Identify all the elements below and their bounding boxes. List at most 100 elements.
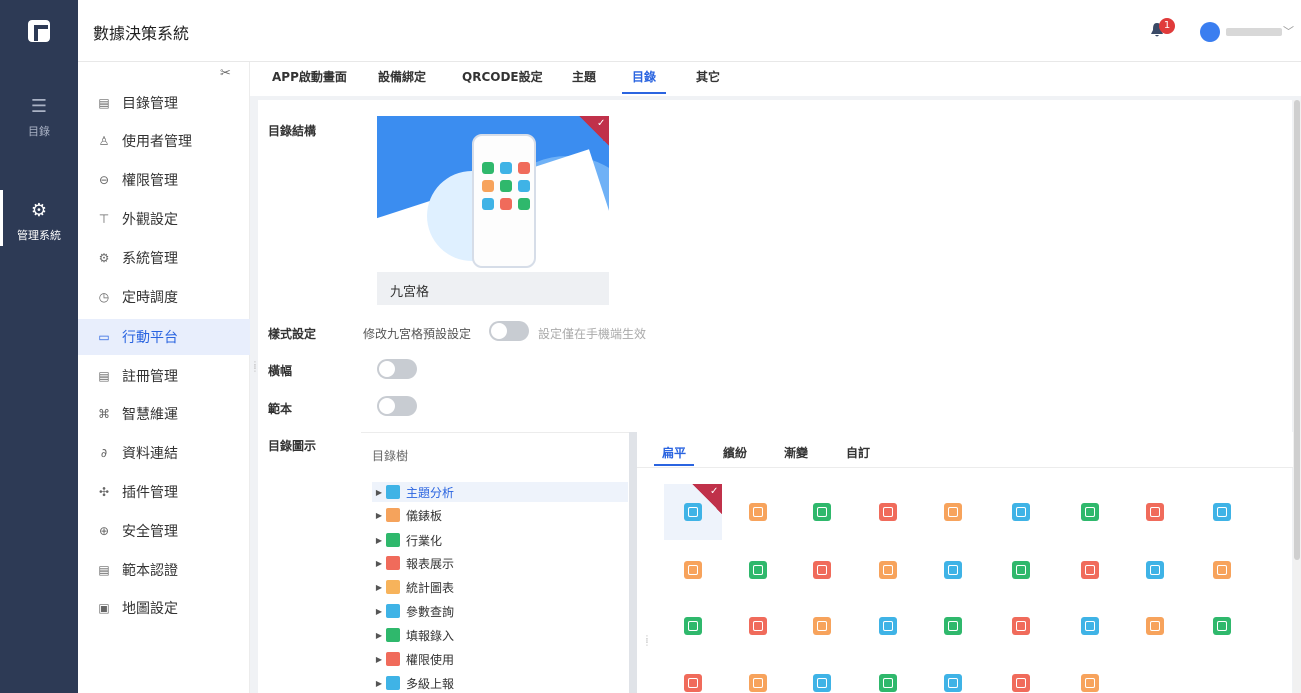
caret-right-icon[interactable]: ▶ [372,536,386,545]
catalog-icon-option[interactable] [1081,674,1099,692]
tree-item[interactable]: ▶ 統計圖表 [372,577,628,597]
catalog-icon-option[interactable] [684,561,702,579]
catalog-icon-option[interactable] [1146,561,1164,579]
caret-right-icon[interactable]: ▶ [372,488,386,497]
caret-right-icon[interactable]: ▶ [372,631,386,640]
catalog-icon-option[interactable] [1213,561,1231,579]
template-toggle[interactable] [377,396,417,416]
style-toggle[interactable] [489,321,529,341]
tab-app-launch[interactable]: APP啟動畫面 [272,68,347,94]
tab-qrcode[interactable]: QRCODE設定 [462,68,543,94]
catalog-icon-option[interactable] [944,503,962,521]
tab-device-binding[interactable]: 設備綁定 [378,68,426,94]
sidebar-item-users[interactable]: ♙ 使用者管理 [78,123,250,159]
catalog-icon-option[interactable] [1081,561,1099,579]
catalog-icon-option[interactable] [684,674,702,692]
sidebar-item-map[interactable]: ▣ 地圖設定 [78,590,250,626]
catalog-icon-option[interactable] [813,503,831,521]
catalog-icon-option[interactable] [1146,617,1164,635]
catalog-icon-option[interactable] [879,561,897,579]
tab-catalog[interactable]: 目錄 [622,68,667,94]
tree-item[interactable]: ▶ 填報錄入 [372,625,628,645]
mobile-icon: ▭ [98,330,110,344]
sidebar-item-permissions[interactable]: ⊖ 權限管理 [78,162,250,198]
catalog-icon-option[interactable] [879,503,897,521]
catalog-icon-option[interactable] [749,617,767,635]
tree-item[interactable]: ▶ 報表展示 [372,553,628,573]
catalog-icon-option[interactable] [944,617,962,635]
caret-right-icon[interactable]: ▶ [372,655,386,664]
caret-right-icon[interactable]: ▶ [372,679,386,688]
sidebar-item-catalog[interactable]: ▤ 目錄管理 [78,85,250,121]
nav-catalog[interactable]: ☰ 目錄 [0,96,78,139]
nav-management[interactable]: ⚙ 管理系統 [0,200,78,243]
catalog-icon-option[interactable] [1012,617,1030,635]
splitter-handle[interactable]: ⋮ ⋮ [251,361,259,373]
catalog-icon-option[interactable] [879,674,897,692]
caret-right-icon[interactable]: ▶ [372,583,386,592]
tree-item[interactable]: ▶ 多級上報 [372,673,628,693]
sidebar-item-data-link[interactable]: ∂ 資料連結 [78,435,250,471]
banner-toggle[interactable] [377,359,417,379]
phone-mockup [472,134,536,268]
tab-other[interactable]: 其它 [696,68,720,94]
catalog-icon-option[interactable] [813,561,831,579]
sidebar-item-plugins[interactable]: ✣ 插件管理 [78,474,250,510]
catalog-icon-option[interactable] [749,561,767,579]
tree-item[interactable]: ▶ 權限使用 [372,649,628,669]
user-name[interactable] [1226,28,1282,36]
panel-divider[interactable] [629,432,637,693]
catalog-icon-option[interactable] [1213,617,1231,635]
app-logo[interactable] [0,0,78,62]
catalog-icon-option[interactable] [1012,674,1030,692]
tab-flat[interactable]: 扁平 [654,444,695,466]
chevron-down-icon[interactable]: ﹀ [1283,23,1294,39]
sidebar-item-template[interactable]: ▤ 範本認證 [78,552,250,588]
catalog-icon-option[interactable] [1012,503,1030,521]
tree-item[interactable]: ▶ 儀錶板 [372,505,628,525]
sidebar-item-smart-ops[interactable]: ⌘ 智慧維運 [78,396,250,432]
tree-item[interactable]: ▶ 主題分析 [372,482,628,502]
layout-preview[interactable] [377,116,609,272]
avatar[interactable] [1200,22,1220,42]
catalog-icon-option[interactable] [879,617,897,635]
catalog-icon-option[interactable] [1213,503,1231,521]
catalog-icon-option[interactable] [944,561,962,579]
pin-icon[interactable]: ✂ [220,66,231,81]
map-icon: ▣ [98,601,110,615]
catalog-icon-option[interactable] [749,503,767,521]
catalog-icon-option[interactable] [684,617,702,635]
tree-item[interactable]: ▶ 行業化 [372,530,628,550]
caret-right-icon[interactable]: ▶ [372,511,386,520]
sidebar-item-appearance[interactable]: ⊤ 外觀設定 [78,201,250,237]
dashboard-icon [386,508,400,522]
sidebar-item-label: 資料連結 [122,446,178,462]
divider-grip-icon[interactable]: ⋮ ⋮ [643,635,651,647]
sidebar-item-system[interactable]: ⚙ 系統管理 [78,240,250,276]
catalog-icon-option[interactable] [1081,503,1099,521]
report-icon [386,556,400,570]
tab-theme[interactable]: 主題 [572,68,596,94]
catalog-icon-option[interactable] [1081,617,1099,635]
style-settings-label: 樣式設定 [268,327,317,341]
catalog-icon-option[interactable] [944,674,962,692]
tab-custom[interactable]: 自訂 [846,444,870,466]
catalog-icon-option[interactable] [813,617,831,635]
tree-item[interactable]: ▶ 參數查詢 [372,601,628,621]
sidebar-item-mobile-platform[interactable]: ▭ 行動平台 [78,319,250,355]
selected-check-icon [692,484,722,514]
catalog-icon-option[interactable] [1012,561,1030,579]
caret-right-icon[interactable]: ▶ [372,607,386,616]
catalog-icon-option[interactable] [749,674,767,692]
catalog-icon-option[interactable] [813,674,831,692]
catalog-icon-option[interactable] [1146,503,1164,521]
industry-icon [386,533,400,547]
tab-gradient[interactable]: 漸變 [784,444,808,466]
caret-right-icon[interactable]: ▶ [372,559,386,568]
sidebar-item-security[interactable]: ⊕ 安全管理 [78,513,250,549]
scrollbar-thumb[interactable] [1294,100,1300,560]
sidebar-item-label: 範本認證 [122,563,178,579]
sidebar-item-scheduling[interactable]: ◷ 定時調度 [78,279,250,315]
tab-colorful[interactable]: 繽紛 [723,444,747,466]
sidebar-item-registration[interactable]: ▤ 註冊管理 [78,358,250,394]
